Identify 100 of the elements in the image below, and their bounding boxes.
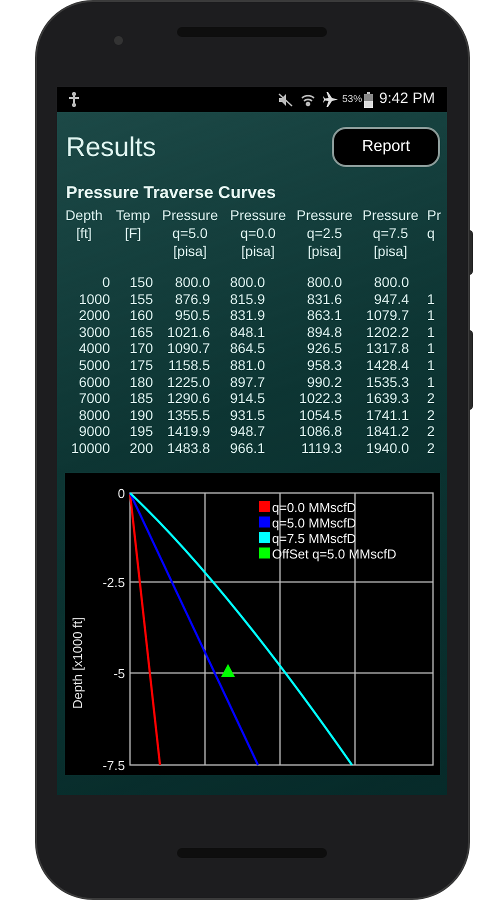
- axis-tick-label: -7.5: [102, 758, 125, 773]
- table-cell: 5000: [78, 356, 110, 373]
- table-cell: 800.0: [374, 274, 409, 290]
- table-cell: 10000: [71, 440, 110, 456]
- table-cell: 1535.3: [366, 374, 409, 390]
- usb-icon: [69, 92, 79, 107]
- table-cell: 864.5: [230, 340, 265, 356]
- column-header: q=0.0: [240, 224, 276, 242]
- column-header: q=5.0: [172, 224, 208, 242]
- table-cell: 1: [427, 290, 435, 307]
- table-cell: 863.1: [306, 307, 342, 324]
- table-cell: 195: [130, 423, 153, 440]
- table-cell: 1: [427, 340, 435, 356]
- table-cell: 1158.5: [168, 356, 210, 373]
- table-cell: 1841.2: [366, 423, 409, 440]
- table-cell: 1022.3: [299, 390, 342, 406]
- axis-tick-label: 0: [118, 486, 125, 501]
- column-header: Pr: [427, 206, 441, 224]
- table-cell: 160: [130, 307, 153, 324]
- column-header: [ft]: [76, 224, 92, 242]
- column-header: [pisa]: [173, 242, 207, 260]
- table-cell: 800.0: [230, 274, 265, 290]
- axis-tick-label: -2.5: [102, 574, 125, 590]
- triangle-marker: [221, 664, 235, 677]
- table-cell: 6000: [78, 374, 110, 390]
- table-cell: 815.9: [230, 290, 265, 307]
- battery-icon: [364, 92, 374, 108]
- table-cell: 185: [130, 390, 153, 406]
- table-cell: 1419.9: [167, 423, 210, 440]
- column-header: Depth: [65, 206, 103, 224]
- table-cell: 2: [427, 423, 435, 440]
- table-cell: 7000: [78, 390, 110, 406]
- column-header: [F]: [124, 224, 142, 242]
- table-cell: 894.8: [306, 324, 342, 340]
- table-cell: 1428.4: [366, 356, 409, 373]
- column-header: Pressure: [230, 206, 286, 224]
- table-cell: 1202.2: [366, 324, 409, 340]
- screen-title: Results: [66, 131, 156, 164]
- table-cell: 3000: [78, 324, 110, 340]
- table-cell: 175: [130, 356, 153, 373]
- table-cell: 1639.3: [366, 390, 409, 406]
- table-cell: 831.6: [306, 290, 342, 307]
- table-cell: 8000: [78, 406, 110, 423]
- table-cell: 990.2: [306, 374, 342, 390]
- table-cell: 165: [130, 324, 153, 340]
- table-cell: 1: [427, 356, 435, 373]
- table-cell: 4000: [78, 340, 110, 356]
- table-cell: 947.4: [374, 290, 409, 307]
- section-title: Pressure Traverse Curves: [65, 182, 277, 204]
- report-button[interactable]: Report: [332, 127, 440, 168]
- table-cell: 2: [427, 440, 435, 456]
- wifi-icon: [301, 92, 316, 106]
- column-header: q=2.5: [306, 224, 342, 242]
- airplane-icon: [323, 92, 340, 107]
- mute-icon: [278, 92, 294, 106]
- column-header: [pisa]: [374, 242, 408, 260]
- battery-percent: 53%: [342, 93, 362, 107]
- axis-tick-label: -5: [113, 666, 125, 681]
- clock-time: 9:42 PM: [379, 89, 435, 110]
- table-cell: 950.5: [174, 307, 210, 324]
- table-cell: 1079.7: [366, 307, 409, 324]
- table-cell: 1021.6: [167, 324, 210, 340]
- table-cell: 2: [427, 390, 435, 406]
- table-cell: 1225.0: [167, 374, 210, 390]
- table-cell: 190: [130, 406, 153, 423]
- table-cell: 180: [130, 374, 153, 390]
- table-cell: 1: [427, 307, 435, 324]
- table-cell: 1940.0: [366, 440, 409, 456]
- table-cell: 931.5: [230, 406, 265, 423]
- column-header: Temp: [116, 206, 150, 224]
- table-cell: 958.3: [306, 356, 342, 373]
- table-cell: 800.0: [174, 274, 210, 290]
- table-cell: 948.7: [230, 423, 265, 440]
- table-cell: 1290.6: [167, 390, 210, 406]
- table-cell: 1090.7: [167, 340, 210, 356]
- table-cell: 800.0: [306, 274, 342, 290]
- table-cell: 1: [427, 324, 435, 340]
- axis-title: Depth [x1000 ft]: [70, 616, 85, 708]
- table-cell: 200: [130, 440, 153, 456]
- column-header: q=7.5: [372, 224, 408, 242]
- column-header: Pressure: [296, 206, 353, 224]
- column-header: Pressure: [162, 206, 218, 224]
- column-header: [pisa]: [241, 242, 275, 260]
- table-cell: 914.5: [230, 390, 265, 406]
- column-header: [pisa]: [308, 242, 342, 260]
- table-cell: 897.7: [230, 374, 265, 390]
- table-cell: 0: [102, 274, 110, 290]
- table-cell: 876.9: [174, 290, 210, 307]
- table-cell: 1483.8: [167, 440, 210, 456]
- table-cell: 1355.5: [167, 406, 210, 423]
- table-cell: 170: [130, 340, 153, 356]
- table-cell: 1741.1: [366, 406, 409, 423]
- table-cell: 848.1: [230, 324, 265, 340]
- table-cell: 1: [427, 374, 435, 390]
- table-cell: 2: [427, 406, 435, 423]
- column-header: Pressure: [362, 206, 419, 224]
- table-cell: 1054.5: [299, 406, 342, 423]
- table-cell: 926.5: [306, 340, 342, 356]
- table-cell: 1000: [78, 290, 110, 307]
- table-cell: 831.9: [230, 307, 265, 324]
